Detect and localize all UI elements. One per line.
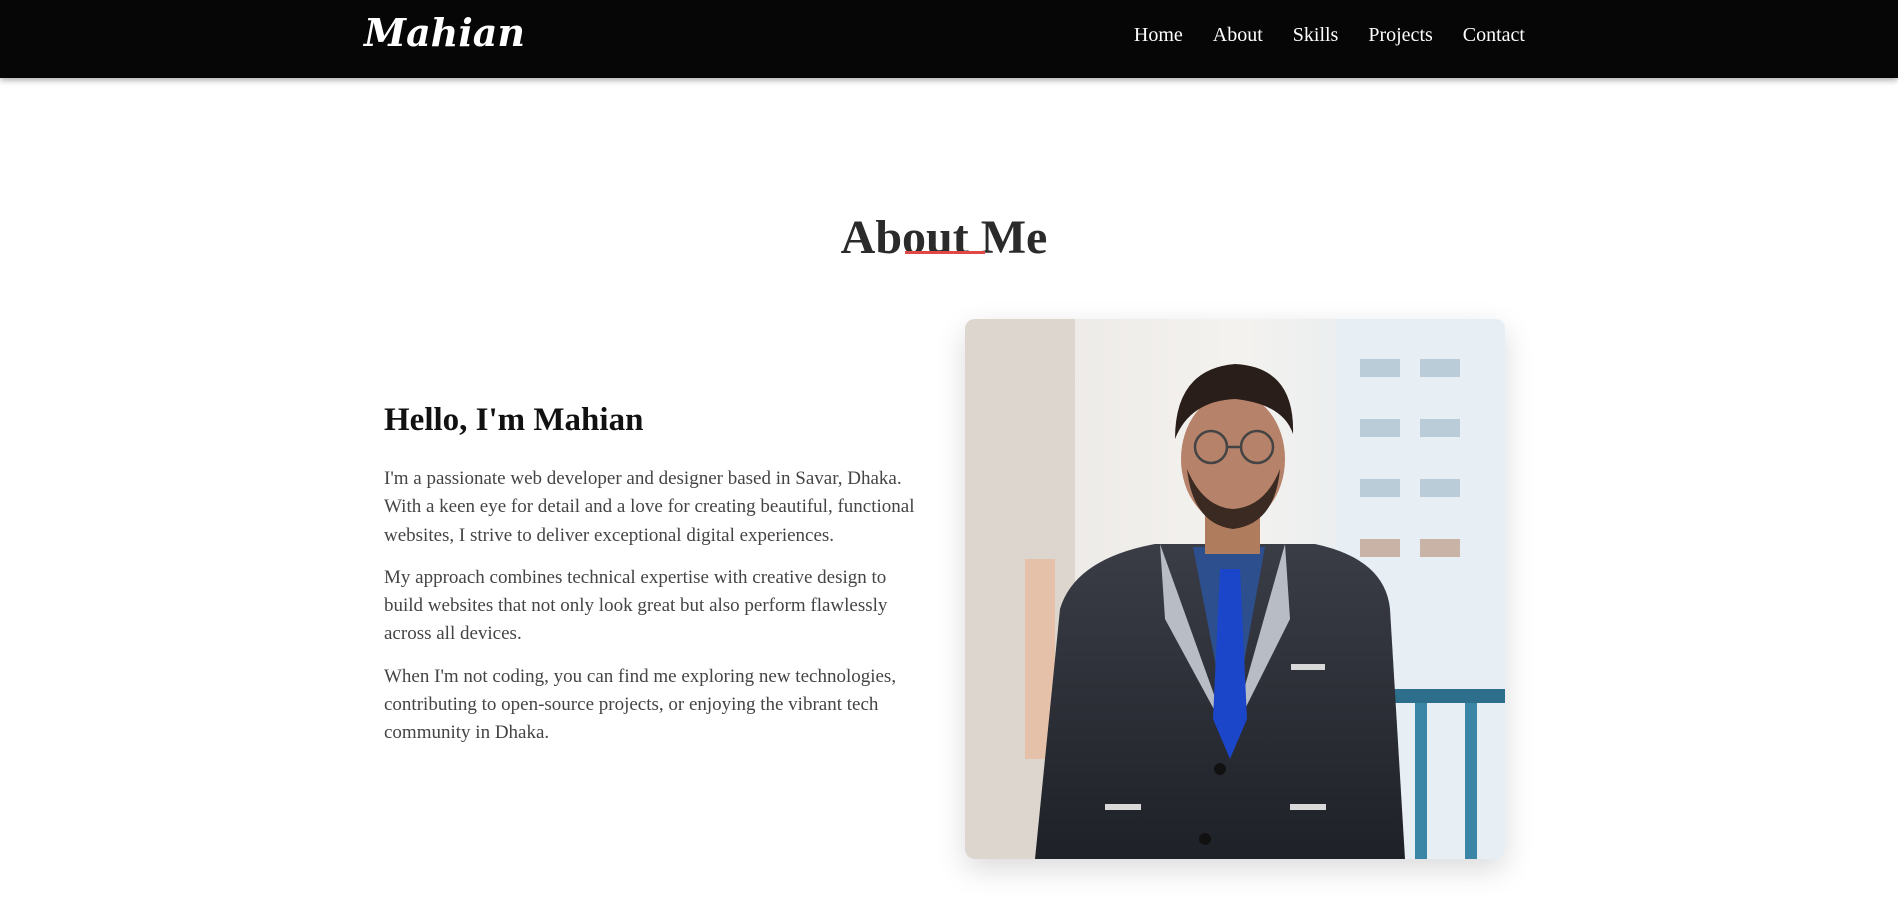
profile-photo-illustration: [965, 319, 1505, 859]
about-paragraph-2: My approach combines technical expertise…: [384, 566, 888, 645]
about-paragraph-3: When I'm not coding, you can find me exp…: [384, 665, 897, 744]
about-text-block: Hello, I'm Mahian I'm a passionate web d…: [384, 395, 929, 762]
title-underline: [905, 251, 985, 254]
nav-link-skills[interactable]: Skills: [1293, 24, 1339, 47]
navbar: Mahian Home About Skills Projects Contac…: [0, 0, 1898, 78]
nav-link-about[interactable]: About: [1213, 24, 1263, 47]
nav-links: Home About Skills Projects Contact: [1134, 24, 1525, 47]
nav-link-projects[interactable]: Projects: [1368, 24, 1432, 47]
about-paragraph-1: I'm a passionate web developer and desig…: [384, 468, 915, 546]
about-heading: Hello, I'm Mahian: [384, 402, 644, 438]
section-title: About Me: [840, 211, 1048, 265]
profile-photo: [965, 319, 1505, 859]
nav-link-contact[interactable]: Contact: [1463, 24, 1525, 47]
site-logo[interactable]: Mahian: [364, 10, 525, 55]
nav-link-home[interactable]: Home: [1134, 24, 1183, 47]
